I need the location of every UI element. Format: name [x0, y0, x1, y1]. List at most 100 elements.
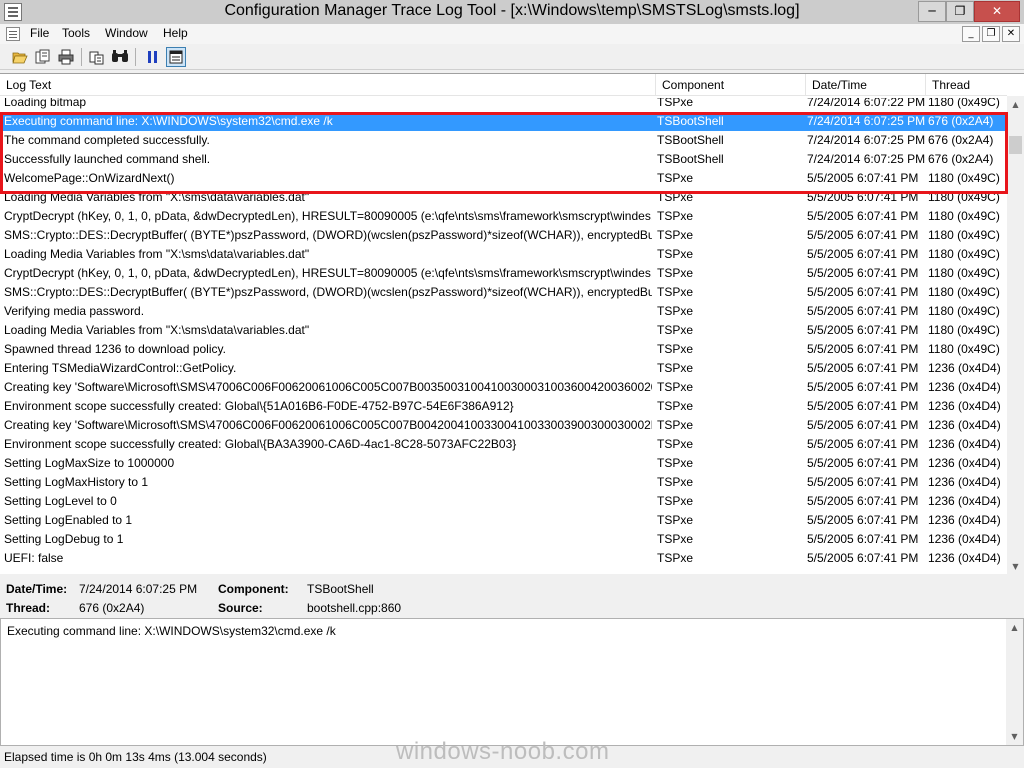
thread-cell: 1236 (0x4D4) [928, 380, 1001, 394]
log-text-cell: Spawned thread 1236 to download policy. [4, 342, 226, 356]
table-row[interactable]: Setting LogMaxHistory to 1 TSPxe 5/5/2005 … [0, 473, 1007, 492]
component-label: Component: [218, 582, 289, 596]
datetime-cell: 5/5/2005 6:07:41 PM [807, 228, 919, 242]
log-list[interactable]: Log Text Component Date/Time Thread Load… [0, 73, 1024, 575]
component-cell: TSPxe [657, 247, 694, 261]
table-row[interactable]: SMS::Crypto::DES::DecryptBuffer( (BYTE*)… [0, 283, 1007, 302]
table-row[interactable]: CryptDecrypt (hKey, 0, 1, 0, pData, &dwD… [0, 207, 1007, 226]
mdi-minimize-button[interactable]: _ [962, 26, 980, 42]
scroll-up-arrow-icon[interactable]: ▲ [1006, 619, 1023, 636]
log-text-cell: Environment scope successfully created: … [4, 437, 517, 451]
thread-cell: 1236 (0x4D4) [928, 475, 1001, 489]
table-row[interactable]: Spawned thread 1236 to download policy. T… [0, 340, 1007, 359]
log-text-cell: Setting LogMaxSize to 1000000 [4, 456, 175, 470]
menu-help[interactable]: Help [163, 26, 188, 40]
thread-cell: 1180 (0x49C) [928, 323, 1000, 337]
component-cell: TSPxe [657, 456, 694, 470]
table-row[interactable]: Creating key 'Software\Microsoft\SMS\470… [0, 416, 1007, 435]
menu-file[interactable]: File [30, 26, 49, 40]
highlight-icon[interactable] [166, 47, 186, 67]
scroll-down-arrow-icon[interactable]: ▼ [1007, 558, 1024, 575]
table-row[interactable]: Loading Media Variables from "X:\sms\dat… [0, 245, 1007, 264]
table-row[interactable]: UEFI: false TSPxe 5/5/2005 6:07:41 PM 1236 … [0, 549, 1007, 568]
thread-cell: 1180 (0x49C) [928, 247, 1000, 261]
thread-cell: 1236 (0x4D4) [928, 513, 1001, 527]
pause-icon[interactable] [143, 47, 163, 67]
mdi-close-button[interactable]: ✕ [1002, 26, 1020, 42]
thread-cell: 1236 (0x4D4) [928, 418, 1001, 432]
datetime-cell: 7/24/2014 6:07:25 PM [807, 133, 925, 147]
log-text-cell: CryptDecrypt (hKey, 0, 1, 0, pData, &dwD… [4, 209, 652, 223]
close-button[interactable]: ✕ [974, 1, 1020, 22]
log-text-cell: Environment scope successfully created: … [4, 399, 514, 413]
thread-cell: 676 (0x2A4) [928, 133, 994, 147]
print-icon[interactable] [56, 47, 76, 67]
message-panel[interactable]: Executing command line: X:\WINDOWS\syste… [0, 618, 1024, 746]
component-cell: TSPxe [657, 475, 694, 489]
find-icon[interactable] [110, 47, 130, 67]
table-row[interactable]: Successfully launched command shell. TSBo… [0, 150, 1007, 169]
column-header-log-text[interactable]: Log Text [0, 74, 656, 96]
component-cell: TSPxe [657, 361, 694, 375]
component-cell: TSPxe [657, 190, 694, 204]
copy-icon[interactable] [87, 47, 107, 67]
log-text-cell: WelcomePage::OnWizardNext() [4, 171, 175, 185]
log-text-cell: SMS::Crypto::DES::DecryptBuffer( (BYTE*)… [4, 228, 652, 242]
datetime-cell: 5/5/2005 6:07:41 PM [807, 361, 919, 375]
component-cell: TSPxe [657, 171, 694, 185]
table-row[interactable]: Environment scope successfully created: … [0, 397, 1007, 416]
table-row[interactable]: SMS::Crypto::DES::DecryptBuffer( (BYTE*)… [0, 226, 1007, 245]
menu-bar: File Tools Window Help _ ❐ ✕ [0, 24, 1024, 44]
column-header-thread[interactable]: Thread [926, 74, 1007, 96]
table-row[interactable]: Environment scope successfully created: … [0, 435, 1007, 454]
toolbar-separator [81, 48, 82, 66]
table-row[interactable]: CryptDecrypt (hKey, 0, 1, 0, pData, &dwD… [0, 264, 1007, 283]
component-cell: TSPxe [657, 304, 694, 318]
table-row[interactable]: Creating key 'Software\Microsoft\SMS\470… [0, 378, 1007, 397]
table-row[interactable]: Setting LogDebug to 1 TSPxe 5/5/2005 6:07:… [0, 530, 1007, 549]
message-scrollbar[interactable]: ▲ ▼ [1006, 619, 1023, 745]
menu-tools[interactable]: Tools [62, 26, 90, 40]
restore-button[interactable]: ❐ [946, 1, 974, 22]
copy-icon[interactable] [33, 47, 53, 67]
column-header-datetime[interactable]: Date/Time [806, 74, 926, 96]
scroll-up-arrow-icon[interactable]: ▲ [1007, 96, 1024, 113]
minimize-button[interactable]: ─ [918, 1, 946, 22]
scroll-down-arrow-icon[interactable]: ▼ [1006, 728, 1023, 745]
component-cell: TSPxe [657, 418, 694, 432]
table-row[interactable]: Loading Media Variables from "X:\sms\dat… [0, 188, 1007, 207]
thread-cell: 1236 (0x4D4) [928, 532, 1001, 546]
toolbar-separator [135, 48, 136, 66]
table-row[interactable]: Executing command line: X:\WINDOWS\syste… [0, 112, 1007, 131]
scroll-thumb[interactable] [1009, 136, 1022, 154]
component-cell: TSBootShell [657, 133, 724, 147]
component-cell: TSPxe [657, 494, 694, 508]
column-header-component[interactable]: Component [656, 74, 806, 96]
window-title: Configuration Manager Trace Log Tool - [… [224, 2, 800, 19]
table-row[interactable]: Setting LogLevel to 0 TSPxe 5/5/2005 6:07:… [0, 492, 1007, 511]
log-list-scrollbar[interactable]: ▲ ▼ [1007, 96, 1024, 575]
table-row[interactable]: WelcomePage::OnWizardNext() TSPxe 5/5/2005… [0, 169, 1007, 188]
mdi-restore-button[interactable]: ❐ [982, 26, 1000, 42]
table-row[interactable]: Setting LogEnabled to 1 TSPxe 5/5/2005 6:0… [0, 511, 1007, 530]
document-icon[interactable] [6, 27, 20, 41]
table-row[interactable]: The command completed successfully. TSBoo… [0, 131, 1007, 150]
log-text-cell: Verifying media password. [4, 304, 145, 318]
thread-cell: 1236 (0x4D4) [928, 456, 1001, 470]
thread-label: Thread: [6, 601, 51, 615]
datetime-cell: 5/5/2005 6:07:41 PM [807, 323, 919, 337]
table-row[interactable]: Verifying media password. TSPxe 5/5/2005 6… [0, 302, 1007, 321]
table-row[interactable]: Loading bitmap TSPxe 7/24/2014 6:07:22 PM 1… [0, 98, 1007, 112]
datetime-cell: 5/5/2005 6:07:41 PM [807, 190, 919, 204]
datetime-cell: 5/5/2005 6:07:41 PM [807, 342, 919, 356]
log-text-cell: Successfully launched command shell. [4, 152, 211, 166]
log-text-cell: Loading Media Variables from "X:\sms\dat… [4, 247, 310, 261]
open-icon[interactable] [10, 47, 30, 67]
table-row[interactable]: Loading Media Variables from "X:\sms\dat… [0, 321, 1007, 340]
table-row[interactable]: Entering TSMediaWizardControl::GetPolicy… [0, 359, 1007, 378]
window-controls: ─ ❐ ✕ [918, 1, 1020, 22]
menu-window[interactable]: Window [105, 26, 148, 40]
component-cell: TSPxe [657, 399, 694, 413]
thread-cell: 676 (0x2A4) [928, 152, 994, 166]
table-row[interactable]: Setting LogMaxSize to 1000000 TSPxe 5/5/20… [0, 454, 1007, 473]
